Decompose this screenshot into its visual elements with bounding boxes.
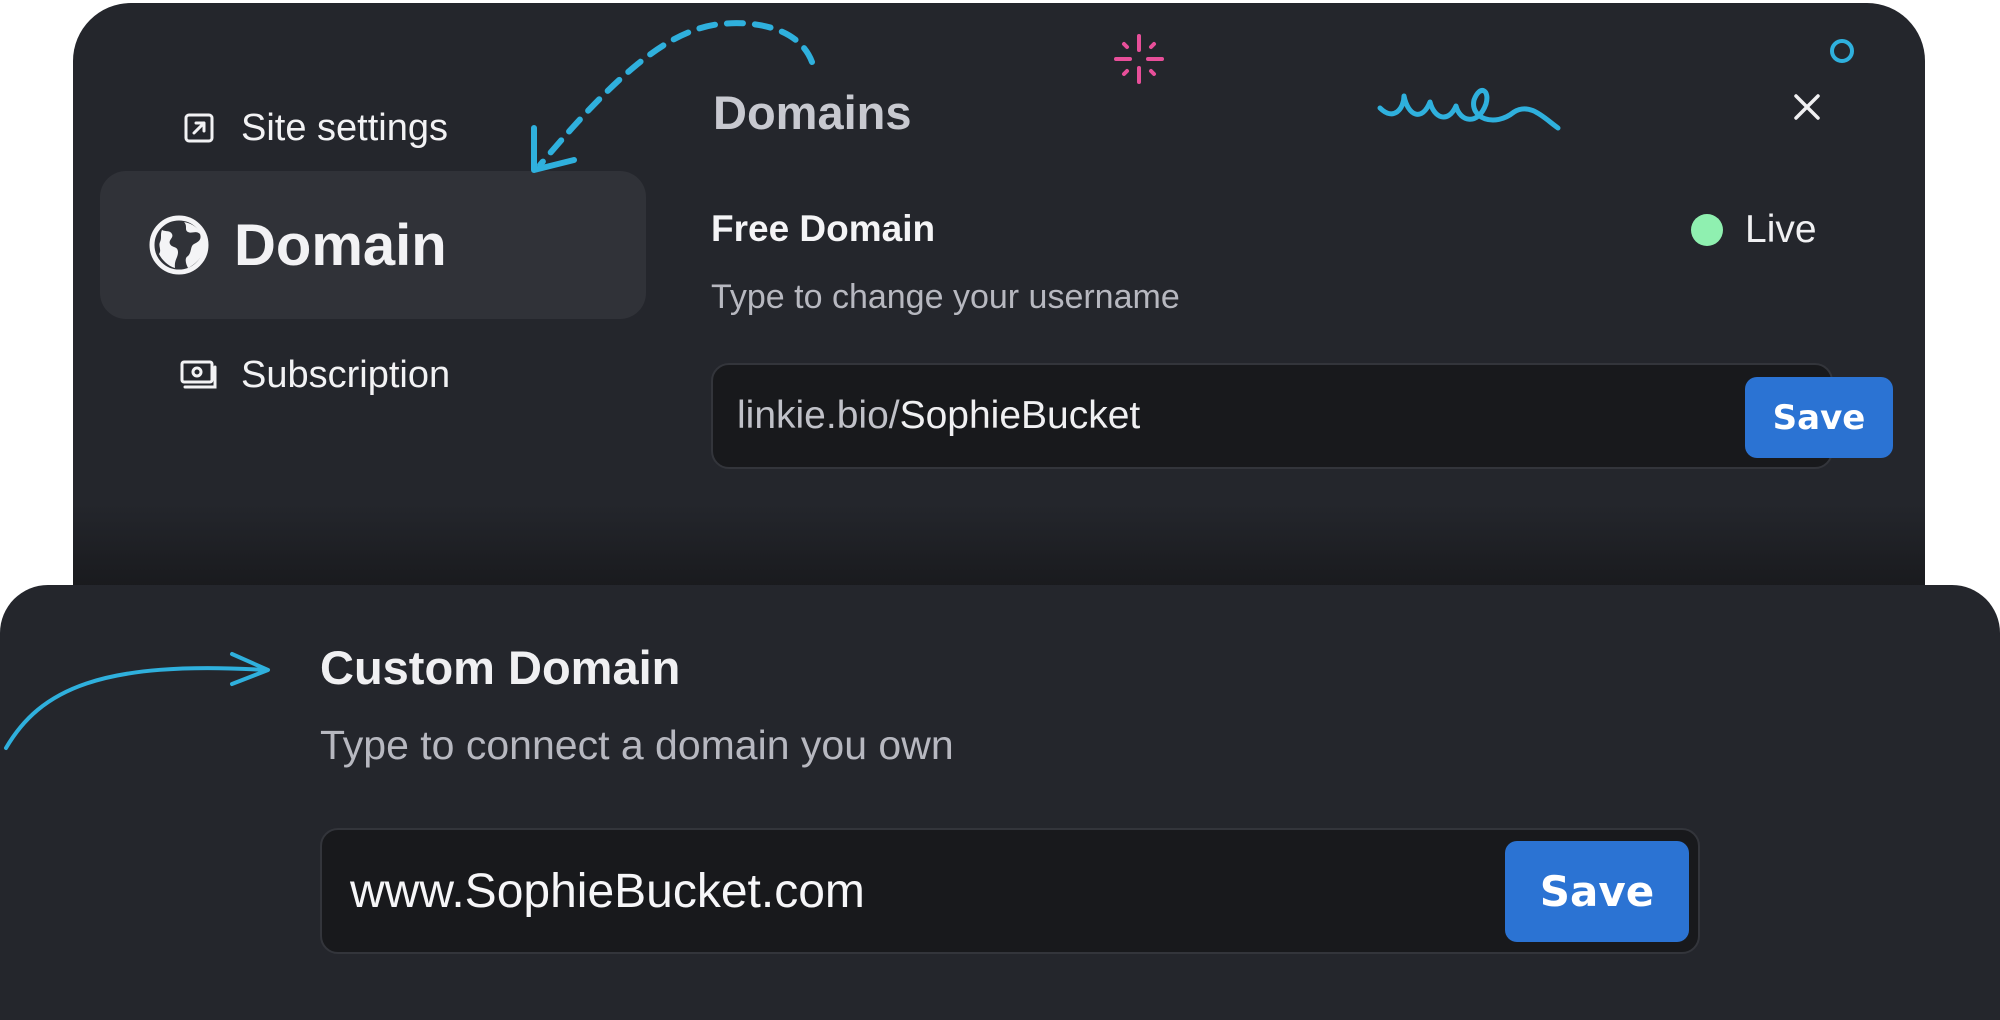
custom-domain-save-button[interactable]: Save (1505, 841, 1689, 942)
status-badge: Live (1691, 208, 1817, 252)
custom-domain-input[interactable]: www.SophieBucket.com (320, 828, 1700, 954)
sidebar-item-label: Subscription (241, 353, 451, 396)
free-domain-subtitle: Type to change your username (711, 278, 1180, 316)
live-status-dot-icon (1691, 214, 1723, 246)
custom-domain-subtitle: Type to connect a domain you own (320, 722, 954, 768)
custom-domain-title: Custom Domain (320, 641, 681, 694)
domain-prefix: linkie.bio/ (737, 394, 900, 437)
free-domain-title: Free Domain (711, 208, 936, 249)
money-icon (179, 359, 217, 391)
custom-domain-panel (0, 585, 2000, 1020)
external-link-square-icon (183, 112, 215, 144)
globe-icon (148, 214, 210, 276)
custom-domain-input-text[interactable]: www.SophieBucket.com (350, 830, 865, 952)
page-title: Domains (713, 86, 912, 139)
sidebar-item-subscription[interactable]: Subscription (179, 348, 450, 402)
username-value[interactable]: SophieBucket (900, 394, 1141, 438)
free-domain-input[interactable]: linkie.bio/SophieBucket (711, 363, 1833, 469)
sidebar-item-domain[interactable]: Domain (100, 171, 646, 319)
sidebar-item-label: Site settings (241, 106, 448, 149)
close-icon (1792, 92, 1822, 127)
free-domain-save-button[interactable]: Save (1745, 377, 1893, 458)
status-label: Live (1745, 208, 1817, 251)
sidebar-item-site-settings[interactable]: Site settings (183, 103, 448, 153)
close-button[interactable] (1785, 87, 1829, 131)
free-domain-input-text[interactable]: linkie.bio/SophieBucket (737, 365, 1140, 467)
sidebar-item-label: Domain (234, 212, 447, 278)
